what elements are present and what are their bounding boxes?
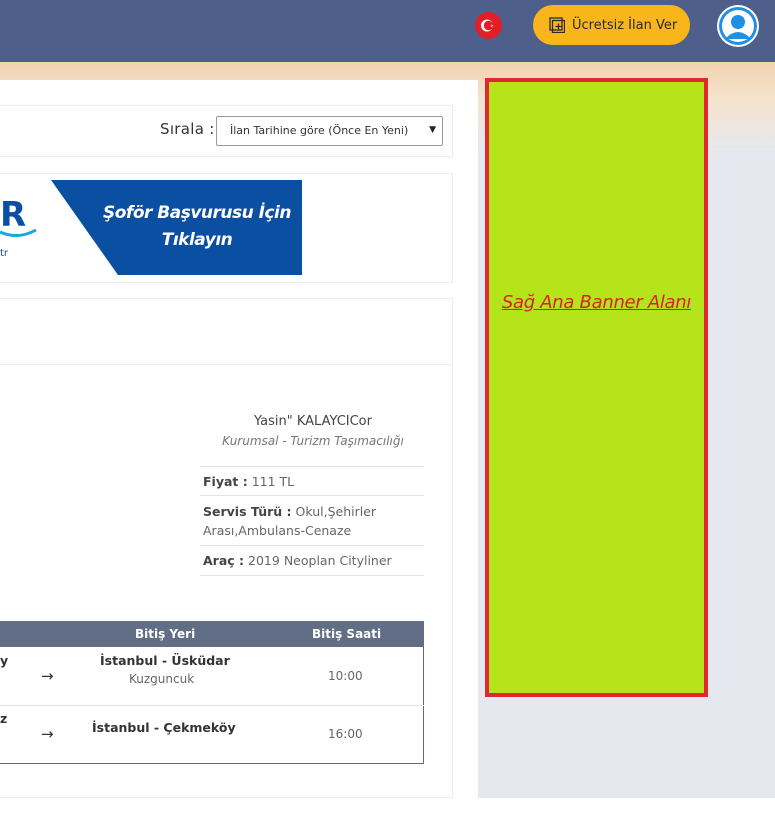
service-label: Servis Türü :	[203, 504, 292, 519]
arrow-right-icon: →	[41, 667, 54, 685]
price-label: Fiyat :	[203, 474, 248, 489]
info-divider	[200, 495, 424, 496]
svg-text:tr: tr	[0, 248, 9, 259]
banner-logo-fragment: R	[0, 195, 26, 235]
route-end-district: Kuzguncuk	[129, 672, 195, 686]
info-divider	[200, 575, 424, 576]
vehicle-label: Araç :	[203, 553, 245, 568]
arrow-right-icon: →	[41, 725, 54, 743]
route-table-header: Bitiş Yeri Bitiş Saati	[0, 621, 424, 647]
route-end-time: 10:00	[328, 669, 363, 683]
route-start-fragment: z	[0, 711, 8, 726]
route-row-divider	[0, 705, 424, 706]
company-name[interactable]: Yasin" KALAYCICor	[200, 414, 426, 429]
company-type: Kurumsal - Turizm Taşımacılığı	[222, 434, 404, 448]
sort-label: Sırala :	[160, 120, 215, 138]
vehicle-row: Araç : 2019 Neoplan Cityliner	[203, 551, 425, 570]
turkey-flag-icon[interactable]	[475, 12, 502, 39]
price-row: Fiyat : 111 TL	[203, 472, 425, 491]
service-value-1: Okul,Şehirler	[295, 504, 377, 519]
top-navbar: Ücretsiz İlan Ver	[0, 0, 775, 62]
right-main-banner[interactable]: Sağ Ana Banner Alanı	[485, 78, 708, 697]
sort-selected-value: İlan Tarihine göre (Önce En Yeni)	[230, 124, 409, 137]
banner-text: Şoför Başvurusu İçin Tıklayın	[92, 200, 302, 254]
banner-line-1: Şoför Başvurusu İçin	[103, 203, 292, 223]
route-start-fragment: y	[0, 653, 9, 668]
driver-application-banner[interactable]: R tr Şoför Başvurusu İçin Tıklayın	[0, 180, 302, 275]
page-bottom	[0, 798, 775, 838]
route-end-time: 16:00	[328, 727, 363, 741]
user-avatar-icon[interactable]	[717, 5, 759, 47]
post-free-ad-label: Ücretsiz İlan Ver	[572, 17, 678, 33]
route-end-city: İstanbul - Çekmeköy	[92, 720, 236, 735]
caret-down-icon: ▼	[429, 125, 436, 135]
route-end-city: İstanbul - Üsküdar	[100, 653, 230, 668]
header-end-place: Bitiş Yeri	[135, 627, 196, 641]
listing-divider	[0, 364, 453, 365]
info-divider	[200, 466, 424, 467]
vehicle-value: 2019 Neoplan Cityliner	[248, 553, 392, 568]
plus-square-icon	[549, 17, 566, 34]
header-end-time: Bitiş Saati	[312, 627, 382, 641]
sort-select[interactable]: İlan Tarihine göre (Önce En Yeni) ▼	[216, 116, 443, 146]
price-value: 111 TL	[251, 474, 295, 489]
banner-line-2: Tıklayın	[161, 230, 233, 250]
service-row: Servis Türü : Okul,Şehirler Arası,Ambula…	[203, 502, 425, 540]
info-divider	[200, 545, 424, 546]
right-banner-text[interactable]: Sağ Ana Banner Alanı	[489, 292, 704, 313]
post-free-ad-button[interactable]: Ücretsiz İlan Ver	[533, 5, 690, 45]
service-value-2: Arası,Ambulans-Cenaze	[203, 523, 352, 538]
